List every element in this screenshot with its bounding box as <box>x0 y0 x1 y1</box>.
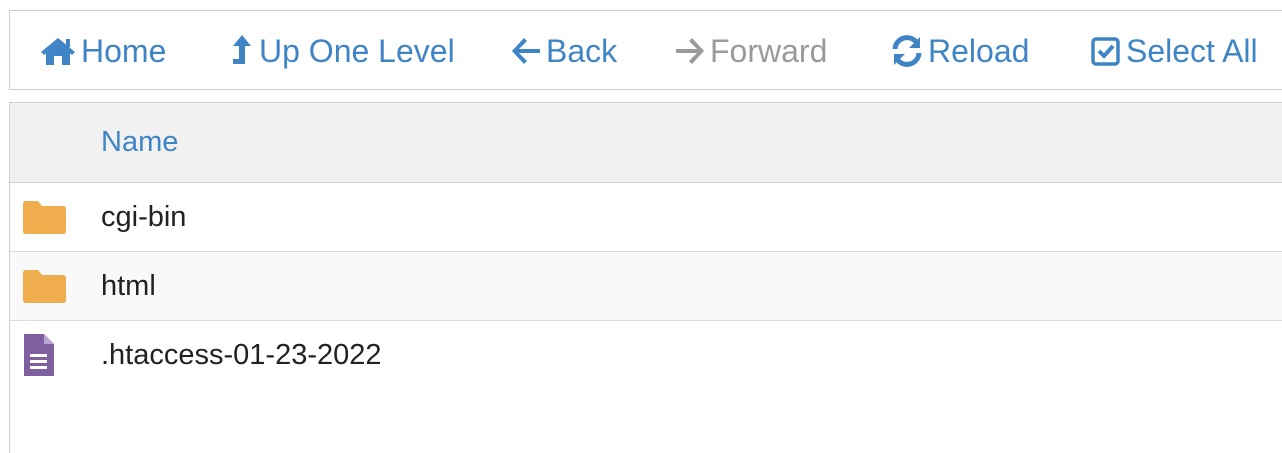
reload-label: Reload <box>928 33 1030 69</box>
home-button[interactable]: Home <box>39 11 166 91</box>
refresh-icon <box>892 35 922 67</box>
up-one-level-button[interactable]: Up One Level <box>229 11 455 91</box>
arrow-left-icon <box>512 38 540 64</box>
file-list-panel: Name cgi-bin html .htaccess-01-23-2022 <box>9 102 1282 453</box>
select-all-button[interactable]: Select All <box>1090 11 1258 91</box>
file-name[interactable]: .htaccess-01-23-2022 <box>101 321 382 389</box>
file-row[interactable]: .htaccess-01-23-2022 <box>10 321 1282 389</box>
file-row[interactable]: html <box>10 252 1282 321</box>
file-text-icon <box>24 334 54 376</box>
level-up-icon <box>233 35 251 64</box>
file-name[interactable]: html <box>101 252 156 320</box>
forward-label: Forward <box>710 33 828 69</box>
checkbox-checked-icon <box>1091 37 1120 66</box>
home-label: Home <box>81 33 167 69</box>
back-label: Back <box>546 33 618 69</box>
file-name[interactable]: cgi-bin <box>101 183 186 251</box>
folder-icon <box>23 201 66 234</box>
column-header-name[interactable]: Name <box>101 103 178 182</box>
home-icon <box>41 38 75 65</box>
file-table-header: Name <box>10 103 1282 183</box>
file-row[interactable]: cgi-bin <box>10 183 1282 252</box>
folder-icon <box>23 270 66 303</box>
forward-button[interactable]: Forward <box>674 11 827 91</box>
up-one-level-label: Up One Level <box>259 33 455 69</box>
arrow-right-icon <box>676 38 704 64</box>
reload-button[interactable]: Reload <box>890 11 1029 91</box>
select-all-label: Select All <box>1126 33 1258 69</box>
back-button[interactable]: Back <box>510 11 617 91</box>
file-manager-toolbar: Home Up One Level Back Forward Reload Se… <box>9 10 1282 90</box>
